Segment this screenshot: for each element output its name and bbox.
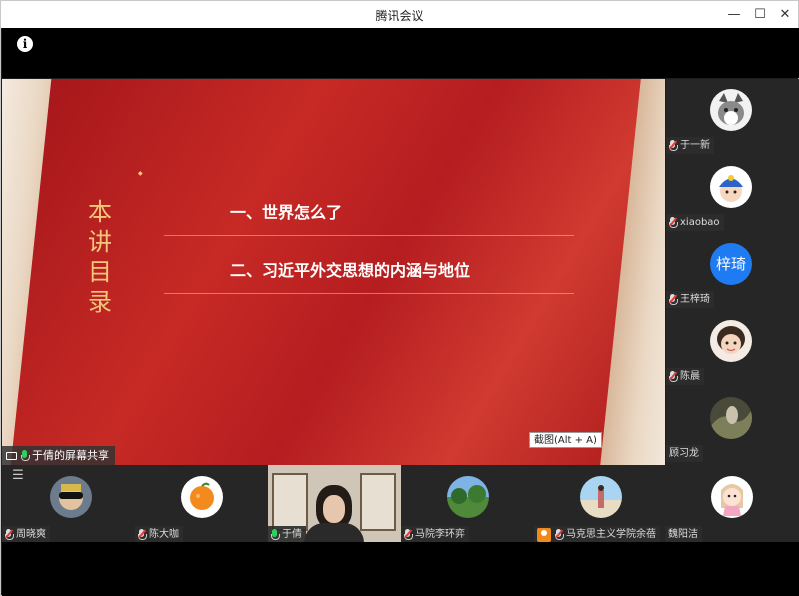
participant-tile[interactable]: 魏阳洁 [665,465,798,543]
microphone-muted-icon [404,529,413,540]
participant-tile[interactable]: 陈大咖 [135,465,268,543]
participant-tile[interactable]: xiaobao [666,156,799,233]
participant-video-tile[interactable]: 于倩 [268,465,401,542]
participant-name: 周晓爽 [16,529,46,540]
screen-share-owner: 于倩的屏幕共享 [32,449,109,462]
avatar [580,476,622,518]
divider [164,235,574,236]
avatar [50,476,92,518]
microphone-muted-icon [669,294,678,305]
avatar [710,89,752,131]
microphone-muted-icon [669,217,678,228]
slide-title-char: 本 [88,198,112,226]
participant-face [323,495,345,523]
participant-name: 陈晨 [680,371,700,382]
participant-name: 于倩 [282,529,302,540]
maximize-icon[interactable]: ☐ [748,4,772,24]
toc-item-2: 二、习近平外交思想的内涵与地位 [230,261,471,280]
participant-name-tag: 王梓琦 [666,291,714,308]
bookshelf [360,473,396,531]
host-badge-icon [537,527,551,542]
microphone-muted-icon [5,529,14,540]
divider [164,293,574,294]
avatar [181,476,223,518]
avatar [710,320,752,362]
bookshelf [272,473,308,531]
shared-screen: ◆ 本 讲 目 录 一、世界怎么了 二、习近平外交思想的内涵与地位 [2,79,665,465]
participant-name-tag: 陈大咖 [135,526,183,543]
screen-share-label: 于倩的屏幕共享 [2,446,115,465]
avatar [710,397,752,439]
participant-name-tag: xiaobao [666,214,724,231]
avatar [711,476,753,518]
microphone-muted-icon [669,140,678,151]
participant-tile[interactable]: 顾习龙 [666,387,799,464]
avatar-text: 梓琦 [710,243,752,285]
participant-name: 陈大咖 [149,529,179,540]
participant-name-tag: 魏阳洁 [665,526,702,543]
participant-name-tag: 马院李环弈 [401,526,469,543]
participant-body [304,523,364,542]
sparkle-decoration: ◆ [138,170,143,177]
avatar [447,476,489,518]
title-bar: 腾讯会议 — ☐ ✕ [1,1,798,28]
participant-name: 王梓琦 [680,294,710,305]
participant-name: 于一新 [680,140,710,151]
microphone-muted-icon [669,371,678,382]
slide-title-char: 讲 [88,228,112,256]
participant-name: 顾习龙 [669,448,699,459]
info-icon[interactable]: i [17,36,33,52]
screenshot-tooltip: 截图(Alt + A) [529,432,602,448]
participant-name: 魏阳洁 [668,529,698,540]
microphone-muted-icon [555,529,564,540]
microphone-icon [271,529,280,540]
avatar [710,166,752,208]
participant-tile[interactable]: 于一新 [666,79,799,156]
participant-tile[interactable]: 马克思主义学院余蓓 [534,465,667,543]
participant-tile[interactable]: 梓琦 王梓琦 [666,233,799,310]
participant-name: xiaobao [680,217,720,228]
participant-tile[interactable]: 陈晨 [666,310,799,387]
window-title: 腾讯会议 [375,9,424,23]
participant-name-tag: 周晓爽 [2,526,50,543]
screen-share-icon [6,451,17,460]
toc-item-1: 一、世界怎么了 [230,203,343,222]
microphone-muted-icon [138,529,147,540]
meeting-window: 腾讯会议 — ☐ ✕ i ◆ 本 讲 目 录 一、世界怎么了 二、习近平外交思想… [0,0,799,596]
close-icon[interactable]: ✕ [773,4,797,24]
top-toolbar [2,28,799,78]
slide-vertical-title: 本 讲 目 录 [86,197,114,317]
slide-title-char: 录 [88,288,112,316]
participant-name-tag: 陈晨 [666,368,704,385]
participant-tile[interactable]: 马院李环弈 [401,465,534,543]
microphone-icon [21,450,30,461]
minimize-icon[interactable]: — [722,4,746,24]
bottom-toolbar [2,542,799,596]
participant-tile[interactable]: 周晓爽 [2,465,135,543]
slide-title-char: 目 [88,258,112,286]
participant-name-tag: 于一新 [666,137,714,154]
participant-name-tag: 于倩 [268,526,306,542]
participant-name: 马克思主义学院余蓓 [566,529,656,540]
participant-name: 马院李环弈 [415,529,465,540]
participant-name-tag: 马克思主义学院余蓓 [534,526,660,543]
participant-sidebar: 于一新 xiaobao 梓琦 王梓琦 陈晨 顾习龙 [666,79,799,465]
participant-name-tag: 顾习龙 [666,445,703,462]
